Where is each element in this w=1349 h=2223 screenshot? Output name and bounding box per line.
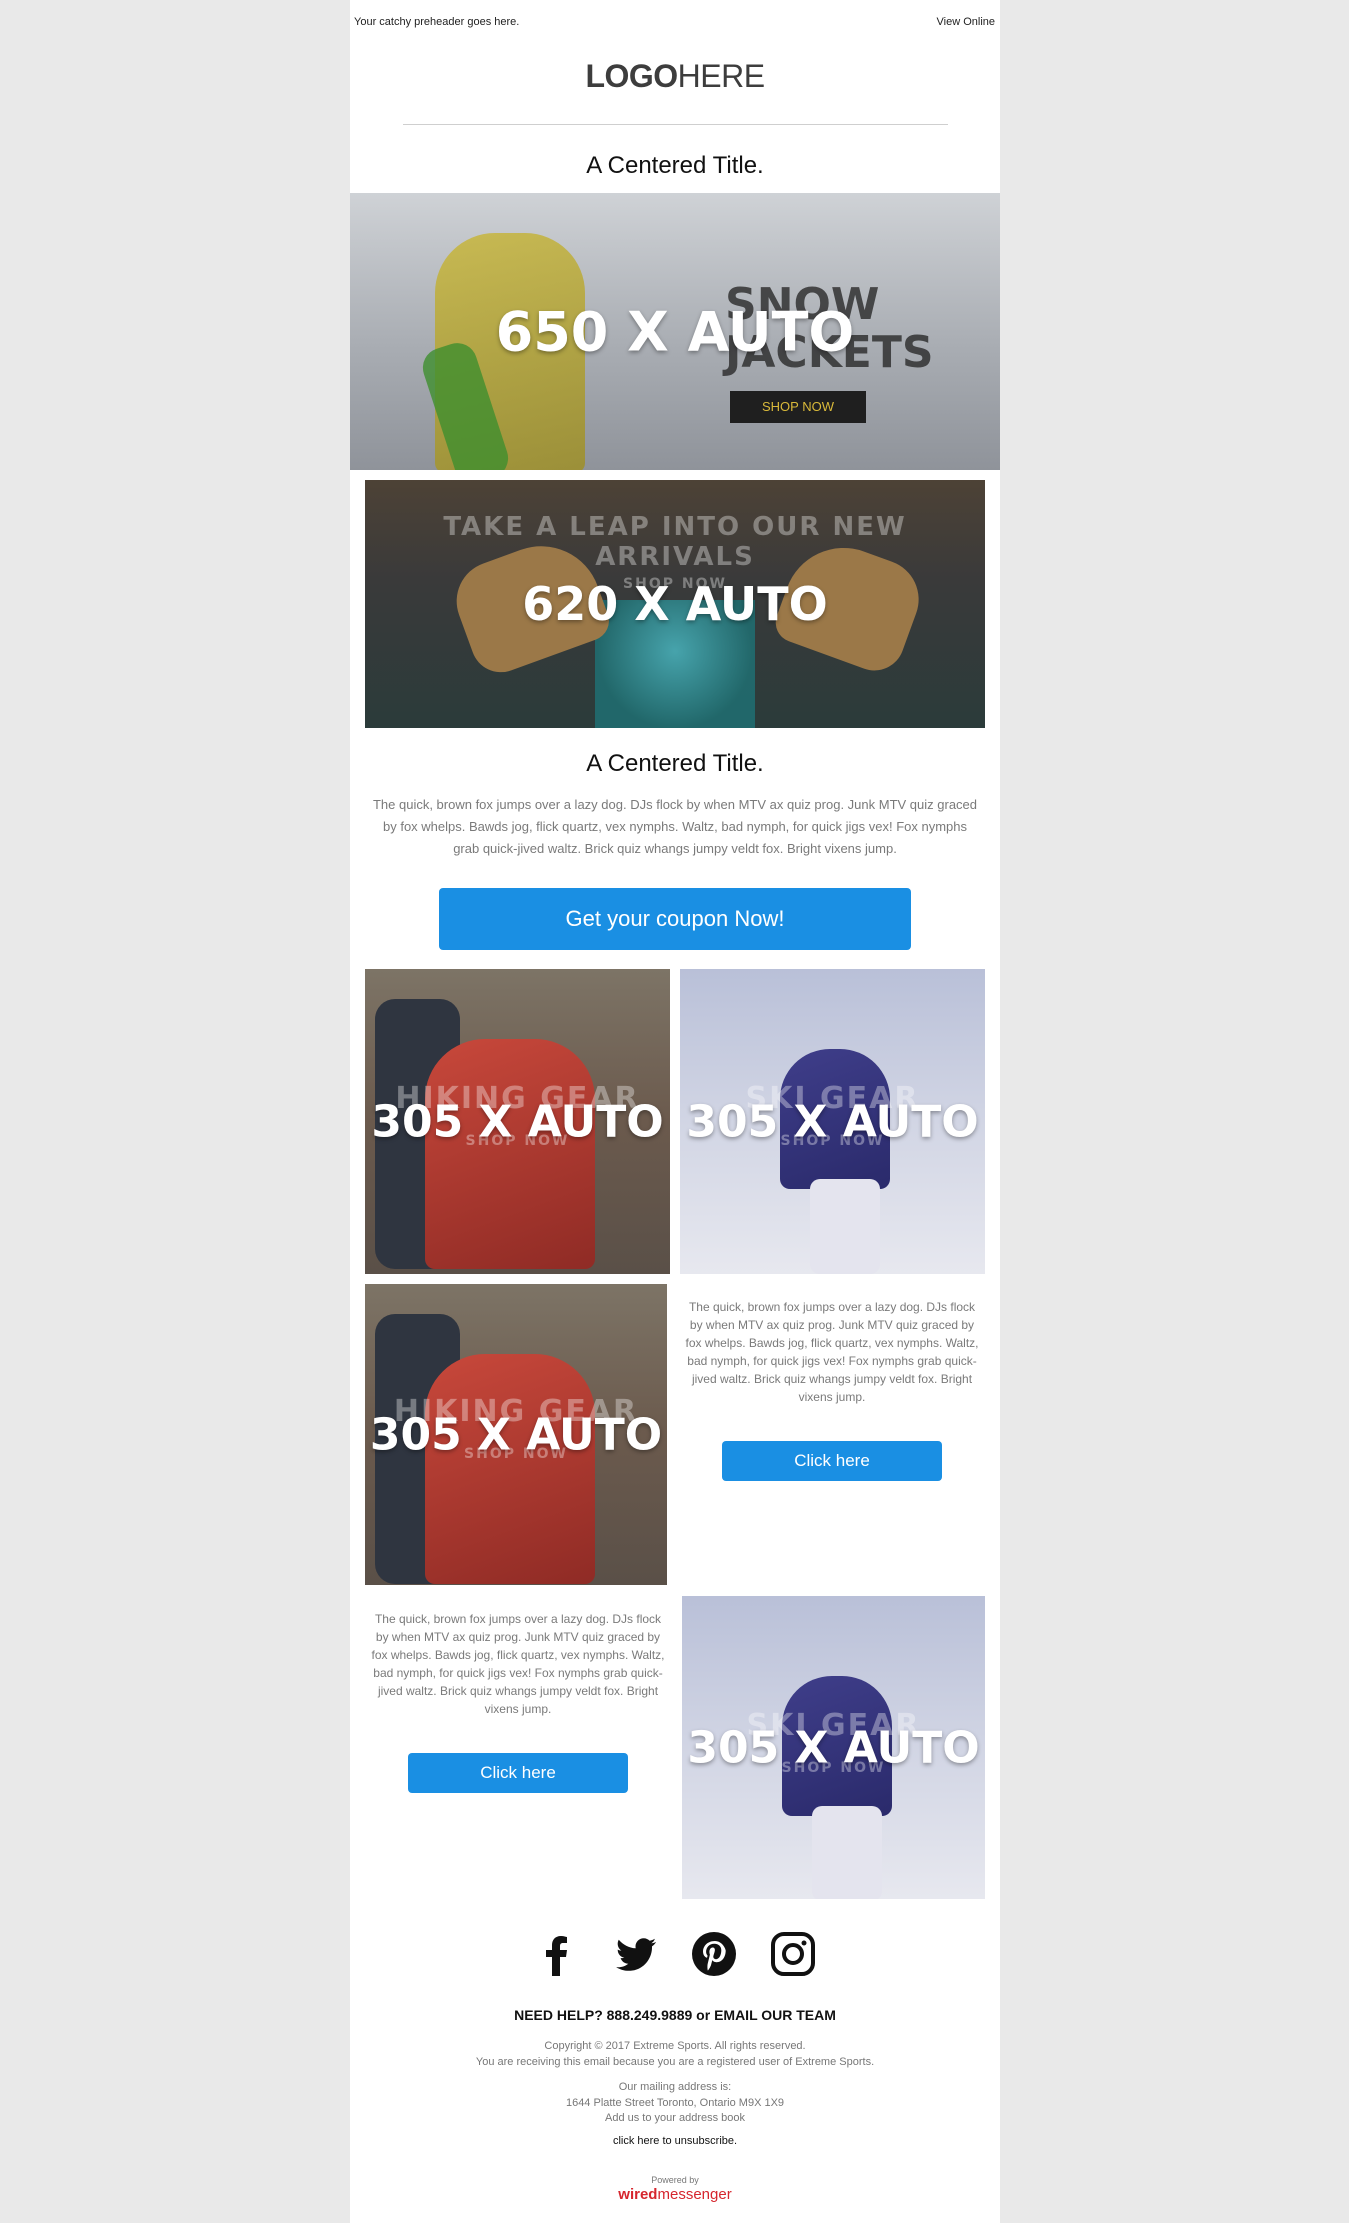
logo[interactable]: LOGOHERE bbox=[350, 58, 1000, 95]
logo-regular: HERE bbox=[677, 58, 765, 94]
hiking-gear-tile-2[interactable]: HIKING GEAR SHOP NOW 305 X AUTO bbox=[365, 1284, 667, 1585]
grid-paragraph-2: The quick, brown fox jumps over a lazy d… bbox=[371, 1612, 665, 1716]
click-here-button-2[interactable]: Click here bbox=[408, 1753, 628, 1793]
hero-placeholder-label: 650 X AUTO bbox=[495, 300, 855, 363]
ski-gear-tile[interactable]: SKI GEAR SHOP NOW 305 X AUTO bbox=[680, 969, 985, 1274]
preheader-text: Your catchy preheader goes here. bbox=[354, 16, 520, 28]
facebook-icon[interactable] bbox=[533, 1930, 581, 1978]
grid-paragraph-1: The quick, brown fox jumps over a lazy d… bbox=[685, 1300, 979, 1404]
coupon-button[interactable]: Get your coupon Now! bbox=[439, 888, 911, 950]
hero-banner[interactable]: SNOW JACKETS SHOP NOW 650 X AUTO bbox=[350, 193, 1000, 470]
social-links bbox=[350, 1930, 1000, 1978]
section-title: A Centered Title. bbox=[586, 750, 764, 777]
email-body: Your catchy preheader goes here. View On… bbox=[350, 0, 1000, 2223]
red-jacket-graphic bbox=[425, 1039, 595, 1269]
new-arrivals-banner[interactable]: TAKE A LEAP INTO OUR NEW ARRIVALS SHOP N… bbox=[365, 480, 985, 728]
click-here-button-1[interactable]: Click here bbox=[722, 1441, 942, 1481]
mailing-address: 1644 Platte Street Toronto, Ontario M9X … bbox=[565, 2097, 785, 2109]
wiredmessenger-logo[interactable]: wiredmessenger bbox=[350, 2186, 1000, 2203]
pinterest-icon[interactable] bbox=[690, 1930, 738, 1978]
twitter-icon[interactable] bbox=[612, 1930, 660, 1978]
banner-headline: TAKE A LEAP INTO OUR NEW ARRIVALS bbox=[443, 512, 907, 572]
ski-placeholder-label-2: 305 X AUTO bbox=[687, 1722, 980, 1773]
logo-bold: LOGO bbox=[585, 58, 678, 94]
powered-by-label: Powered by bbox=[651, 2175, 699, 2185]
view-online-link[interactable]: View Online bbox=[937, 16, 996, 28]
unsubscribe-link[interactable]: click here to unsubscribe. bbox=[350, 2135, 1000, 2147]
help-line: NEED HELP? 888.249.9889 or EMAIL OUR TEA… bbox=[514, 2007, 836, 2023]
address-book-link[interactable]: Add us to your address book bbox=[350, 2111, 1000, 2126]
body-paragraph: The quick, brown fox jumps over a lazy d… bbox=[372, 797, 978, 856]
skier-legs-graphic bbox=[810, 1179, 880, 1274]
receiving-notice: You are receiving this email because you… bbox=[475, 2056, 875, 2068]
red-jacket-graphic-2 bbox=[425, 1354, 595, 1584]
ski-gear-tile-2[interactable]: SKI GEAR SHOP NOW 305 X AUTO bbox=[682, 1596, 985, 1899]
hiking-gear-tile[interactable]: HIKING GEAR SHOP NOW 305 X AUTO bbox=[365, 969, 670, 1274]
page-title: A Centered Title. bbox=[586, 152, 764, 179]
brand-bold: wired bbox=[618, 2186, 658, 2203]
brand-regular: messenger bbox=[657, 2186, 732, 2203]
hiking-placeholder-label-2: 305 X AUTO bbox=[369, 1409, 663, 1460]
banner-placeholder-label: 620 X AUTO bbox=[522, 577, 828, 631]
skier-legs-graphic-2 bbox=[812, 1806, 882, 1899]
mailing-label: Our mailing address is: bbox=[618, 2081, 732, 2093]
copyright-text: Copyright © 2017 Extreme Sports. All rig… bbox=[544, 2040, 806, 2052]
hero-shop-button[interactable]: SHOP NOW bbox=[730, 391, 866, 423]
hiking-placeholder-label: 305 X AUTO bbox=[371, 1096, 664, 1147]
divider bbox=[403, 124, 948, 125]
ski-placeholder-label: 305 X AUTO bbox=[686, 1096, 979, 1147]
instagram-icon[interactable] bbox=[769, 1930, 817, 1978]
